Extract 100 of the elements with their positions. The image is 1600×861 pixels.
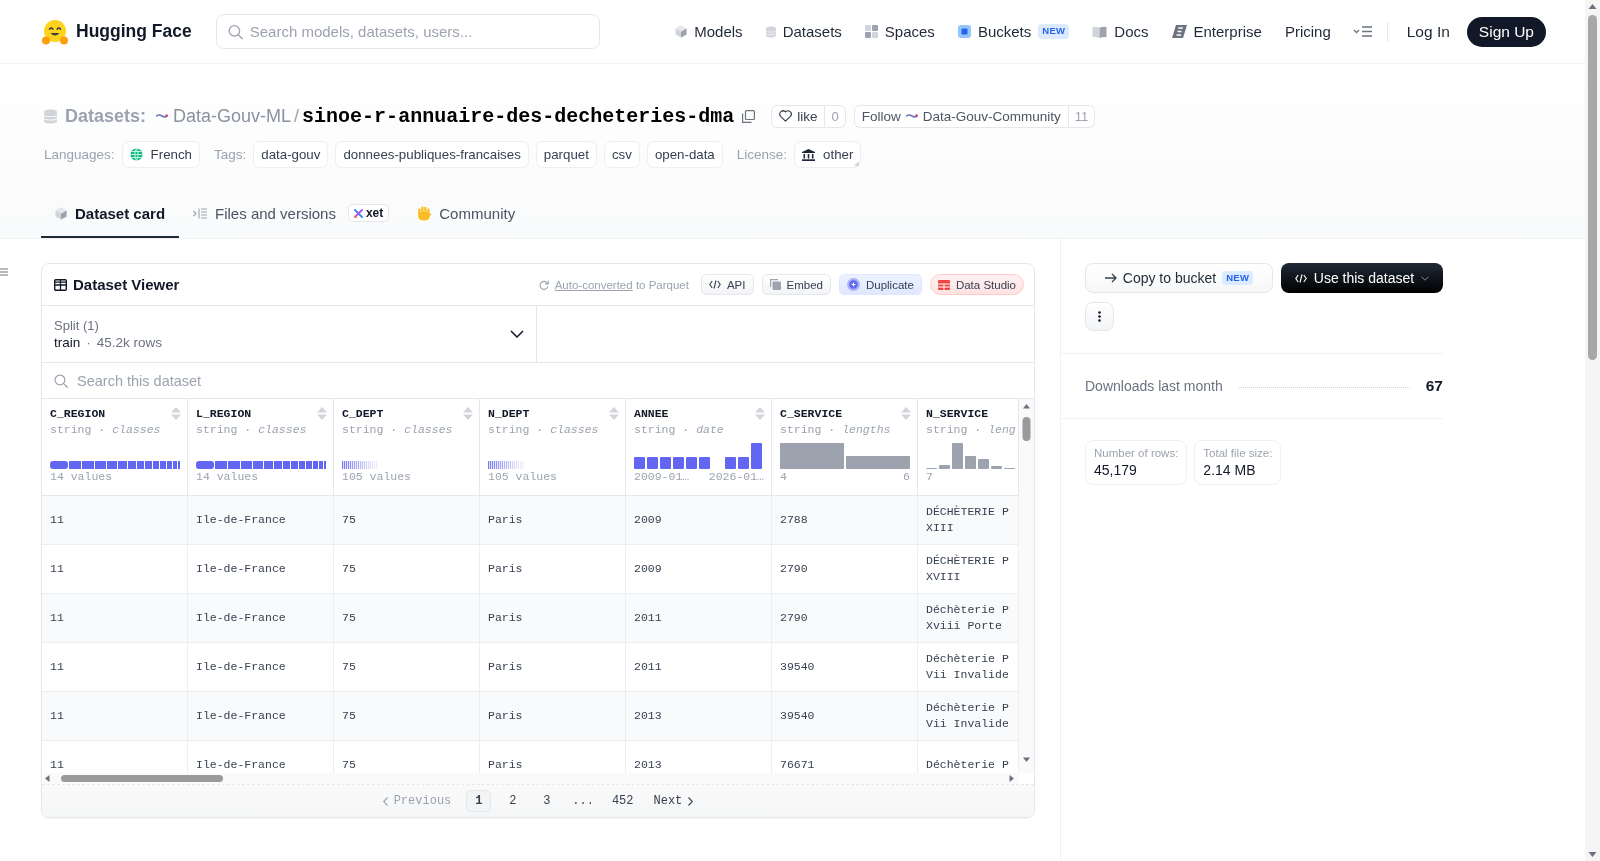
table-cell: 39540 xyxy=(772,692,918,741)
table-cell: 11 xyxy=(42,545,188,594)
copy-to-bucket-button[interactable]: Copy to bucket NEW xyxy=(1085,263,1273,293)
table-cell: Ile-de-France xyxy=(188,643,334,692)
brand-name[interactable]: Hugging Face xyxy=(76,21,192,42)
tag-link[interactable]: csv xyxy=(603,141,640,168)
languages-label: Languages: xyxy=(44,147,115,162)
category-bar xyxy=(342,461,378,469)
viewer-title: Dataset Viewer xyxy=(73,276,180,293)
nav-link[interactable]: Enterprise xyxy=(1171,23,1262,40)
table-cell: 2013 xyxy=(626,692,772,741)
column-type: string · classes xyxy=(488,423,600,436)
search-field[interactable]: Search models, datasets, users... xyxy=(215,14,600,49)
nav-link[interactable]: Buckets NEW xyxy=(957,23,1070,40)
x-logo-icon xyxy=(353,208,363,218)
follower-count: 11 xyxy=(1068,104,1096,128)
viewer-action-button[interactable]: Duplicate xyxy=(838,274,922,295)
column-name: C_REGION xyxy=(50,407,106,420)
page-link[interactable]: 1 xyxy=(466,790,492,812)
chevron-down-icon[interactable] xyxy=(510,330,524,338)
tags-label: Tags: xyxy=(213,147,247,162)
column-name: ANNEE xyxy=(634,407,669,420)
more-options-button[interactable] xyxy=(1085,302,1114,331)
viewer-action-button[interactable]: Embed xyxy=(761,274,831,295)
nav-link[interactable]: Datasets xyxy=(765,23,842,40)
downloads-count: 67 xyxy=(1425,377,1443,395)
chevron-left-icon xyxy=(382,796,388,806)
dataset-name: sinoe-r-annuaire-des-decheteries-dma xyxy=(302,104,735,128)
viewer-action-button[interactable]: API xyxy=(700,274,754,295)
sort-icon[interactable] xyxy=(317,407,327,420)
histogram-label: 105 values xyxy=(342,470,411,484)
like-button[interactable]: like xyxy=(771,104,826,128)
tag-link[interactable]: data-gouv xyxy=(253,141,329,168)
vertical-scrollbar[interactable] xyxy=(1019,399,1034,773)
menu-icon[interactable] xyxy=(0,268,8,276)
viewer-action-button[interactable]: Data Studio xyxy=(929,274,1024,295)
tag-link[interactable]: parquet xyxy=(535,141,597,168)
table-cell: Déchèterie P Xviii Porte xyxy=(918,594,1019,643)
file-list-icon xyxy=(193,207,208,219)
table-cell: 75 xyxy=(334,594,480,643)
tag-link[interactable]: open-data xyxy=(646,141,723,168)
nav-link[interactable]: Pricing xyxy=(1284,23,1331,40)
stat-value: 45,179 xyxy=(1094,462,1138,478)
sort-icon[interactable] xyxy=(901,407,911,420)
slanted-tile-icon xyxy=(1171,25,1187,38)
table-cell: DÉCHÈTERIE P XIII xyxy=(918,496,1019,545)
nav-link[interactable]: Models xyxy=(675,23,743,40)
table-cell: Paris xyxy=(480,545,626,594)
table-cell: 75 xyxy=(334,496,480,545)
table-cell: 11 xyxy=(42,741,188,773)
page-link[interactable]: 2 xyxy=(500,790,526,812)
sign-up-button[interactable]: Sign Up xyxy=(1466,16,1546,47)
copy-icon[interactable] xyxy=(742,109,756,123)
table-cell: 39540 xyxy=(772,643,918,692)
follow-button[interactable]: Follow Data-Gouv-Community xyxy=(853,104,1069,128)
table-cell: DÉCHÈTERIE P XVIII xyxy=(918,545,1019,594)
sort-icon[interactable] xyxy=(609,407,619,420)
tag-link[interactable]: donnees-publiques-francaises xyxy=(335,141,529,168)
table-cell: Déchèterie P Vii Invalide xyxy=(918,643,1019,692)
chevron-right-icon xyxy=(688,796,694,806)
table-cell: 75 xyxy=(334,692,480,741)
table-cell: 11 xyxy=(42,496,188,545)
table-cell: Paris xyxy=(480,692,626,741)
sort-icon[interactable] xyxy=(171,407,181,420)
downloads-label: Downloads last month xyxy=(1085,378,1223,394)
badge-label: xet xyxy=(365,206,384,220)
nav-link[interactable]: Spaces xyxy=(864,23,935,40)
arrow-right-icon xyxy=(1104,273,1117,283)
table-cell: 11 xyxy=(42,643,188,692)
cube-icon xyxy=(675,25,688,38)
table-cell: Ile-de-France xyxy=(188,594,334,643)
page-link[interactable]: 452 xyxy=(606,790,639,812)
license-tag[interactable]: other xyxy=(794,141,862,168)
log-in-link[interactable]: Log In xyxy=(1406,22,1450,41)
split-name[interactable]: train xyxy=(54,335,81,350)
sort-icon[interactable] xyxy=(755,407,765,420)
histogram-label: 2009-01… xyxy=(634,470,690,484)
column-name: C_DEPT xyxy=(342,407,384,420)
dataset-search-field[interactable]: Search this dataset xyxy=(42,363,1034,398)
smiling-face-logo-icon[interactable] xyxy=(41,18,69,45)
new-badge: NEW xyxy=(1038,24,1070,39)
language-tag[interactable]: French xyxy=(121,141,200,168)
page-scrollbar[interactable] xyxy=(1585,0,1600,861)
table-cell: Ile-de-France xyxy=(188,496,334,545)
table-cell: 2790 xyxy=(772,545,918,594)
tab[interactable]: Files and versions xet xyxy=(179,190,404,238)
page-link[interactable]: 3 xyxy=(534,790,560,812)
nav-link[interactable]: Docs xyxy=(1092,23,1149,40)
like-count: 0 xyxy=(825,104,846,128)
next-page-link[interactable]: Next xyxy=(647,794,700,808)
use-dataset-button[interactable]: Use this dataset xyxy=(1281,263,1443,293)
path-separator: / xyxy=(294,105,300,127)
split-row-count: 45.2k rows xyxy=(96,335,163,350)
sort-icon[interactable] xyxy=(463,407,473,420)
tab[interactable]: Community xyxy=(403,190,530,238)
tab[interactable]: Dataset card xyxy=(41,190,180,238)
license-label: License: xyxy=(736,147,788,162)
table-cell: 2011 xyxy=(626,643,772,692)
chevron-menu-icon[interactable] xyxy=(1352,26,1373,37)
category-bar xyxy=(488,461,524,469)
